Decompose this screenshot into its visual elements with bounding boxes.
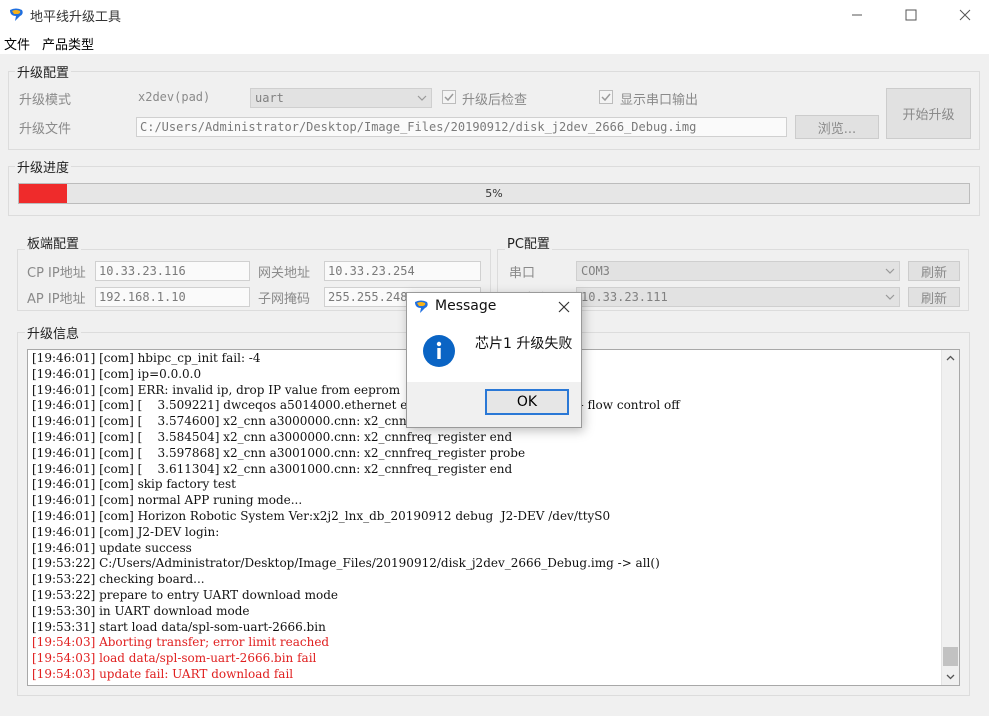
dialog-close-button[interactable] — [555, 298, 573, 316]
board-config-title: 板端配置 — [25, 233, 82, 252]
close-window-button[interactable] — [942, 0, 988, 30]
log-line: [19:46:01] [com] Horizon Robotic System … — [32, 508, 611, 523]
minimize-icon — [852, 14, 862, 16]
pc-config-title: PC配置 — [505, 233, 552, 252]
scroll-down-button[interactable] — [942, 668, 959, 685]
gateway-field[interactable]: 10.33.23.254 — [324, 261, 481, 281]
log-scrollbar[interactable] — [941, 350, 959, 685]
cp-ip-field[interactable]: 10.33.23.116 — [95, 261, 250, 281]
menu-bar: 文件 产品类型 — [0, 30, 989, 54]
dialog-title: Message — [435, 298, 497, 314]
upgrade-file-path-field[interactable]: C:/Users/Administrator/Desktop/Image_Fil… — [136, 117, 787, 137]
close-icon — [959, 9, 971, 21]
log-line: [19:46:01] [com] [ 3.597868] x2_cnn a300… — [32, 445, 526, 460]
scroll-up-arrow-icon — [946, 355, 955, 361]
dialog-message: 芯片1 升级失败 — [475, 336, 573, 352]
scroll-up-button[interactable] — [942, 350, 959, 367]
progress-percent-text: 5% — [485, 187, 503, 200]
interface-select[interactable]: uart — [250, 88, 432, 108]
log-line: [19:53:22] checking board... — [32, 572, 205, 587]
menu-file[interactable]: 文件 — [4, 34, 30, 53]
check-after-label: 升级后检查 — [462, 93, 528, 108]
log-line: [19:53:30] in UART download mode — [32, 603, 250, 618]
log-line: [19:54:03] update fail: UART download fa… — [32, 666, 294, 681]
log-line: [19:53:22] prepare to entry UART downloa… — [32, 587, 338, 602]
menu-product-type[interactable]: 产品类型 — [42, 34, 94, 53]
ok-button[interactable]: OK — [485, 389, 569, 415]
close-icon — [558, 301, 570, 313]
message-dialog: Message 芯片1 升级失败 OK — [406, 292, 582, 428]
ap-ip-label: AP IP地址 — [27, 292, 86, 307]
check-after-checkbox[interactable] — [442, 90, 456, 104]
maximize-icon — [905, 9, 917, 21]
log-line: [19:53:31] start load data/spl-som-uart-… — [32, 619, 326, 634]
pc-ip-select[interactable]: 10.33.23.111 — [576, 287, 900, 307]
log-line: [19:53:22] C:/Users/Administrator/Deskto… — [32, 556, 660, 571]
title-bar: 地平线升级工具 — [0, 0, 989, 30]
scroll-thumb[interactable] — [943, 647, 958, 666]
upgrade-mode-label: 升级模式 — [19, 93, 72, 108]
netmask-label: 子网掩码 — [258, 292, 311, 307]
ap-ip-field[interactable]: 192.168.1.10 — [95, 287, 250, 307]
serial-port-value: COM3 — [581, 264, 610, 278]
show-serial-checkbox[interactable] — [599, 90, 613, 104]
chevron-down-icon — [885, 268, 895, 274]
start-upgrade-button[interactable]: 开始升级 — [886, 88, 971, 139]
maximize-button[interactable] — [888, 0, 934, 30]
log-line: [19:46:01] [com] skip factory test — [32, 477, 236, 492]
show-serial-label: 显示串口输出 — [620, 93, 699, 108]
chevron-down-icon — [885, 294, 895, 300]
checkmark-icon — [601, 93, 611, 102]
log-line: [19:54:03] load data/spl-som-uart-2666.b… — [32, 651, 317, 666]
log-line: [19:46:01] [com] [ 3.584504] x2_cnn a300… — [32, 429, 513, 444]
serial-port-select[interactable]: COM3 — [576, 261, 900, 281]
scroll-down-arrow-icon — [946, 674, 955, 680]
gateway-label: 网关地址 — [258, 266, 311, 281]
upgrade-mode-value: x2dev(pad) — [138, 90, 211, 104]
browse-button[interactable]: 浏览... — [795, 115, 879, 139]
info-icon — [423, 335, 455, 367]
upgrade-file-label: 升级文件 — [19, 122, 72, 137]
refresh-serial-button[interactable]: 刷新 — [908, 261, 960, 281]
upgrade-progress-bar: 5% — [18, 183, 970, 204]
window-title: 地平线升级工具 — [30, 10, 122, 25]
cp-ip-label: CP IP地址 — [27, 266, 86, 281]
upgrade-config-title: 升级配置 — [15, 62, 72, 81]
refresh-ip-button[interactable]: 刷新 — [908, 287, 960, 307]
log-line: [19:46:01] [com] J2-DEV login: — [32, 524, 220, 539]
minimize-button[interactable] — [834, 0, 880, 30]
checkmark-icon — [444, 93, 454, 102]
log-line: [19:46:01] [com] [ 3.611304] x2_cnn a300… — [32, 461, 513, 476]
app-logo-icon — [415, 300, 428, 313]
log-line: [19:46:01] update success — [32, 540, 192, 555]
interface-select-value: uart — [255, 91, 284, 105]
progress-title: 升级进度 — [15, 157, 72, 176]
log-line: [19:54:03] Aborting transfer; error limi… — [32, 635, 330, 650]
app-logo-icon — [10, 8, 23, 21]
chevron-down-icon — [417, 95, 427, 101]
log-title: 升级信息 — [25, 323, 82, 342]
pc-ip-value: 10.33.23.111 — [581, 290, 668, 304]
dialog-footer: OK — [407, 382, 581, 427]
serial-port-label: 串口 — [509, 266, 536, 281]
log-line: [19:46:01] [com] normal APP runing mode.… — [32, 493, 303, 508]
